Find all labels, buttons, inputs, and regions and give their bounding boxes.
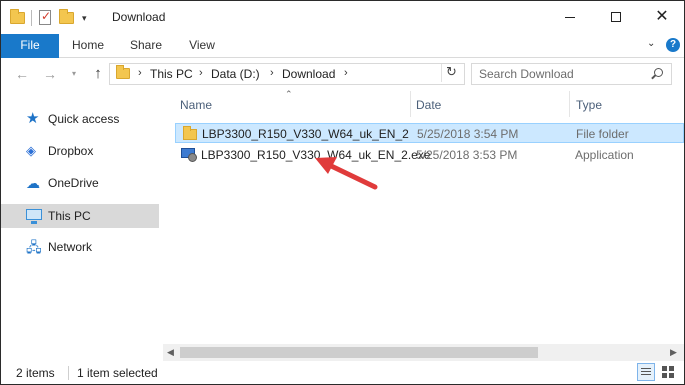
- breadcrumb-separator-icon[interactable]: ›: [270, 67, 274, 79]
- customize-toolbar-icon[interactable]: ▾: [82, 13, 87, 24]
- column-divider[interactable]: [410, 91, 411, 117]
- maximize-icon: [611, 12, 621, 22]
- ribbon-tabs: File Home Share View ⌄ ?: [1, 34, 684, 58]
- star-icon: ★: [26, 110, 40, 127]
- breadcrumb-separator-icon[interactable]: ›: [199, 67, 203, 79]
- navigation-pane: ★ Quick access ◈ Dropbox ☁ OneDrive This…: [1, 89, 161, 359]
- up-button[interactable]: ↑: [89, 65, 107, 83]
- toolbar-divider: [31, 10, 32, 26]
- folder-icon: [9, 9, 27, 27]
- file-date: 5/25/2018 3:53 PM: [416, 148, 518, 162]
- sidebar-item-label: This PC: [48, 209, 91, 223]
- sidebar-item-onedrive[interactable]: ☁ OneDrive: [1, 171, 159, 195]
- navigation-bar: ← → ▾ ↑ › This PC › Data (D:) › Download…: [1, 59, 684, 89]
- new-folder-icon[interactable]: [58, 9, 76, 27]
- dropbox-icon: ◈: [26, 143, 36, 158]
- file-type: File folder: [576, 127, 629, 141]
- sidebar-item-this-pc[interactable]: This PC: [1, 204, 159, 228]
- column-divider[interactable]: [569, 91, 570, 117]
- sidebar-item-network[interactable]: 🖧 Network: [1, 235, 159, 259]
- tab-view[interactable]: View: [177, 34, 227, 58]
- forward-button[interactable]: →: [41, 65, 59, 83]
- folder-icon: [116, 65, 130, 79]
- scroll-left-icon[interactable]: ◀: [167, 347, 174, 358]
- close-button[interactable]: ✕: [639, 1, 684, 33]
- window-title: Download: [112, 10, 166, 24]
- recent-locations-icon[interactable]: ▾: [65, 65, 83, 83]
- tab-file[interactable]: File: [1, 34, 59, 58]
- large-icons-view-icon[interactable]: [659, 363, 677, 381]
- breadcrumb-download[interactable]: Download: [282, 67, 335, 81]
- tab-home[interactable]: Home: [60, 34, 116, 58]
- computer-icon: [26, 209, 42, 224]
- expand-ribbon-icon[interactable]: ⌄: [647, 38, 655, 49]
- column-header-date[interactable]: Date: [416, 98, 441, 112]
- cloud-icon: ☁: [26, 175, 40, 191]
- breadcrumb-separator-icon[interactable]: ›: [138, 67, 142, 79]
- table-row[interactable]: LBP3300_R150_V330_W64_uk_EN_2 5/25/2018 …: [175, 123, 684, 143]
- search-icon[interactable]: [654, 68, 663, 77]
- application-icon: [181, 147, 197, 162]
- back-button[interactable]: ←: [13, 65, 31, 83]
- sidebar-item-label: Quick access: [48, 112, 120, 126]
- details-view-icon[interactable]: [637, 363, 655, 381]
- close-icon: ✕: [655, 8, 669, 25]
- file-type: Application: [575, 148, 634, 162]
- sidebar-item-label: OneDrive: [48, 176, 99, 190]
- breadcrumb-this-pc[interactable]: This PC: [150, 67, 193, 81]
- quick-access-toolbar: ▾: [9, 8, 87, 28]
- sidebar-item-quick-access[interactable]: ★ Quick access: [1, 107, 159, 131]
- file-date: 5/25/2018 3:54 PM: [417, 127, 519, 141]
- status-bar: 2 items 1 item selected: [1, 361, 684, 384]
- breadcrumb-separator-icon[interactable]: ›: [344, 67, 348, 79]
- table-row[interactable]: LBP3300_R150_V330_W64_uk_EN_2.exe 5/25/2…: [175, 145, 684, 165]
- sidebar-item-label: Network: [48, 240, 93, 254]
- scrollbar-thumb[interactable]: [180, 347, 538, 358]
- status-divider: [68, 366, 69, 380]
- refresh-icon[interactable]: ↻: [441, 64, 461, 82]
- minimize-icon: [565, 16, 575, 18]
- address-bar[interactable]: › This PC › Data (D:) › Download › ▾: [109, 63, 529, 85]
- file-name: LBP3300_R150_V330_W64_uk_EN_2: [202, 127, 409, 141]
- properties-icon[interactable]: [36, 9, 54, 27]
- title-bar: ▾ Download ✕: [1, 1, 684, 34]
- column-header-name[interactable]: Name: [180, 98, 212, 112]
- selection-count: 1 item selected: [77, 366, 158, 380]
- help-icon[interactable]: ?: [666, 38, 680, 52]
- annotation-arrow: [315, 157, 378, 190]
- minimize-button[interactable]: [547, 1, 593, 33]
- maximize-button[interactable]: [593, 1, 639, 33]
- search-input[interactable]: Search Download: [471, 63, 672, 85]
- item-count: 2 items: [16, 366, 55, 380]
- tab-share[interactable]: Share: [120, 34, 172, 58]
- file-list: Name ⌃ Date Type LBP3300_R150_V330_W64_u…: [163, 89, 684, 359]
- folder-icon: [183, 126, 197, 140]
- breadcrumb-data-drive[interactable]: Data (D:): [211, 67, 260, 81]
- scroll-right-icon[interactable]: ▶: [670, 347, 677, 358]
- search-placeholder: Search Download: [479, 67, 574, 81]
- explorer-window: ▾ Download ✕ File Home Share View ⌄ ? ← …: [0, 0, 685, 385]
- sidebar-item-label: Dropbox: [48, 144, 94, 158]
- sort-ascending-icon: ⌃: [285, 89, 293, 99]
- horizontal-scrollbar[interactable]: ◀ ▶: [163, 344, 684, 361]
- network-icon: 🖧: [26, 239, 42, 255]
- column-header-type[interactable]: Type: [576, 98, 602, 112]
- sidebar-item-dropbox[interactable]: ◈ Dropbox: [1, 139, 159, 163]
